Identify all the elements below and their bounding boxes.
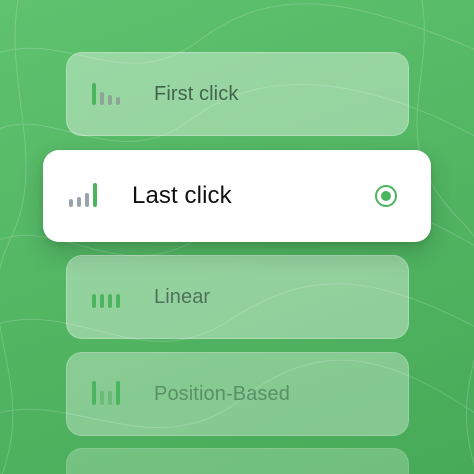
option-first-click[interactable]: First click (66, 52, 409, 136)
option-last-click[interactable]: Last click (43, 150, 431, 242)
radio-dot (381, 191, 391, 201)
option-label: First click (154, 82, 239, 105)
last-click-bars-icon (67, 181, 107, 211)
option-label: Position-Based (154, 382, 290, 405)
linear-bars-icon (90, 282, 130, 312)
option-label: Linear (154, 285, 211, 308)
selected-radio-icon[interactable] (375, 185, 397, 207)
option-partial-card (66, 448, 409, 474)
position-based-bars-icon (90, 379, 130, 409)
first-click-bars-icon (90, 79, 130, 109)
option-linear[interactable]: Linear (66, 255, 409, 339)
option-label: Last click (132, 182, 232, 209)
option-position-based[interactable]: Position-Based (66, 352, 409, 436)
